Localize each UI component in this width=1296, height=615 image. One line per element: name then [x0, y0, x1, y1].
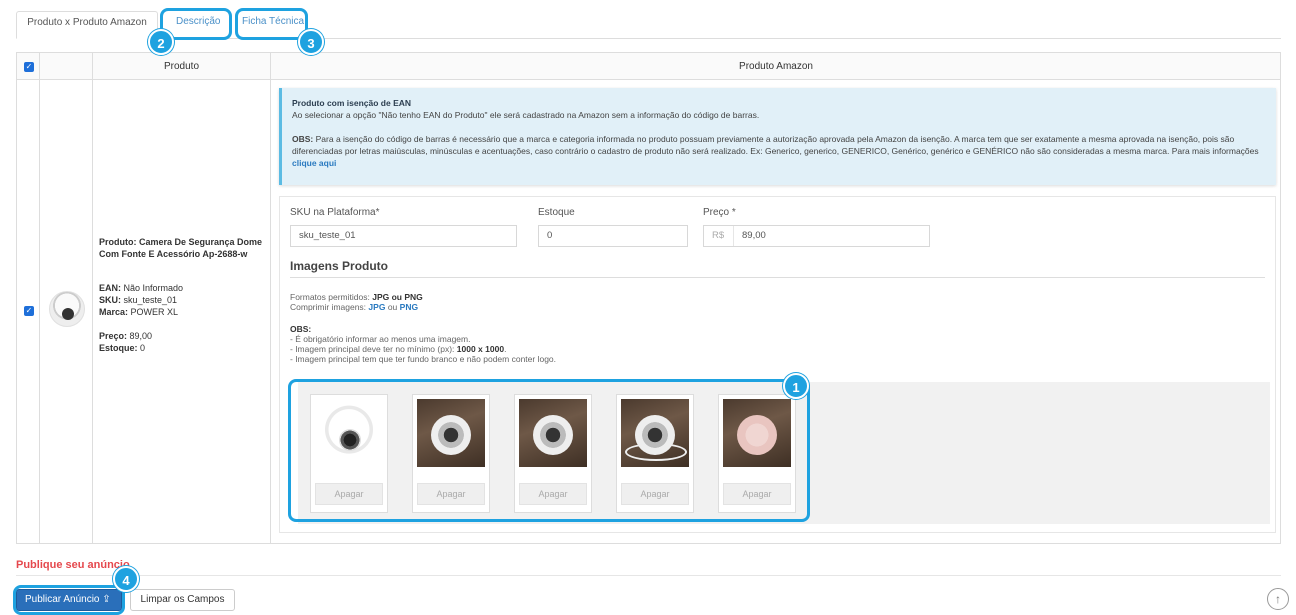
- alert-title: Produto com isenção de EAN: [292, 98, 412, 108]
- images-section-title: Imagens Produto: [290, 259, 1265, 278]
- tab-ficha-tecnica[interactable]: Ficha Técnica: [242, 11, 304, 39]
- image-card: Apagar: [514, 394, 592, 513]
- currency-prefix: R$: [712, 226, 734, 246]
- alert-text: Ao selecionar a opção "Não tenho EAN do …: [292, 110, 760, 120]
- tab-descricao[interactable]: Descrição: [176, 11, 220, 39]
- header-produto-amazon: Produto Amazon: [739, 61, 813, 72]
- clear-fields-button[interactable]: Limpar os Campos: [130, 589, 235, 611]
- publish-button[interactable]: Publicar Anúncio ⇪: [16, 589, 122, 611]
- product-image: [315, 399, 383, 467]
- badge-2: 2: [148, 29, 174, 55]
- product-estoque: 0: [140, 343, 146, 353]
- image-card: Apagar: [616, 394, 694, 513]
- amazon-form-panel: SKU na Plataforma* sku_teste_01 Estoque …: [279, 196, 1276, 533]
- header-produto: Produto: [163, 61, 200, 72]
- estoque-label: Estoque: [538, 207, 575, 218]
- image-card: Apagar: [718, 394, 796, 513]
- image-card: Apagar: [310, 394, 388, 513]
- delete-image-button[interactable]: Apagar: [417, 483, 485, 505]
- product-marca: POWER XL: [130, 307, 179, 317]
- sku-label: SKU na Plataforma*: [290, 207, 380, 218]
- product-image: [723, 399, 791, 467]
- estoque-input[interactable]: 0: [538, 225, 688, 247]
- delete-image-button[interactable]: Apagar: [621, 483, 689, 505]
- delete-image-button[interactable]: Apagar: [315, 483, 383, 505]
- product-table: ✓ Produto Produto Amazon ✓ Produto: Came…: [16, 52, 1281, 544]
- product-summary: Produto: Camera De Segurança Dome Com Fo…: [99, 236, 269, 354]
- badge-3: 3: [298, 29, 324, 55]
- product-ean: Não Informado: [123, 283, 184, 293]
- alert-obs-text: Para a isenção do código de barras é nec…: [292, 134, 1259, 156]
- product-image: [417, 399, 485, 467]
- compress-jpg-link[interactable]: JPG: [368, 302, 385, 312]
- delete-image-button[interactable]: Apagar: [519, 483, 587, 505]
- arrow-up-circle-icon[interactable]: ↑: [1267, 588, 1289, 610]
- row-checkbox[interactable]: ✓: [24, 306, 34, 316]
- product-thumbnail: [49, 291, 85, 327]
- badge-4: 4: [113, 566, 139, 592]
- image-card: Apagar: [412, 394, 490, 513]
- preco-input[interactable]: R$ 89,00: [703, 225, 930, 247]
- more-info-link[interactable]: clique aqui: [292, 158, 336, 168]
- sku-input[interactable]: sku_teste_01: [290, 225, 517, 247]
- select-all-checkbox[interactable]: ✓: [24, 62, 34, 72]
- product-preco: 89,00: [129, 331, 153, 341]
- tab-produto-amazon[interactable]: Produto x Produto Amazon: [16, 11, 158, 39]
- preco-label: Preço *: [703, 207, 736, 218]
- publish-title: Publique seu anúncio: [16, 559, 130, 571]
- badge-1: 1: [783, 373, 809, 399]
- product-image: [621, 399, 689, 467]
- product-sku: sku_teste_01: [123, 295, 178, 305]
- ean-exemption-alert: Produto com isenção de EAN Ao selecionar…: [279, 88, 1276, 185]
- tab-bar: Produto x Produto Amazon Descrição Ficha…: [16, 0, 1281, 39]
- product-title: Produto: Camera De Segurança Dome Com Fo…: [99, 237, 263, 259]
- image-rules: Formatos permitidos: JPG ou PNG Comprimi…: [290, 292, 557, 364]
- image-gallery: Apagar Apagar Apagar Apagar Apagar: [298, 382, 1270, 524]
- upload-icon: ⇪: [102, 594, 111, 605]
- product-image: [519, 399, 587, 467]
- compress-png-link[interactable]: PNG: [400, 302, 418, 312]
- divider: [16, 575, 1281, 576]
- delete-image-button[interactable]: Apagar: [723, 483, 791, 505]
